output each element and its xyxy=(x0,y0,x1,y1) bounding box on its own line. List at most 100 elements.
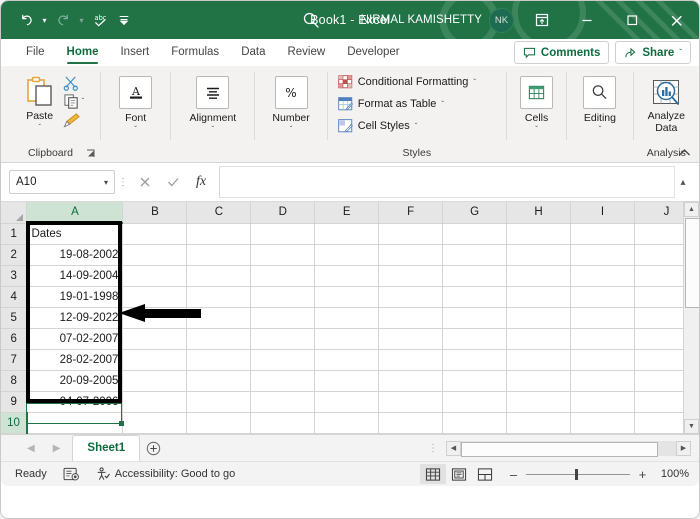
cell-h7[interactable] xyxy=(506,349,572,371)
editing-button[interactable]: Editing ˇ xyxy=(573,72,627,134)
cell-c6[interactable] xyxy=(186,328,252,350)
cell-b8[interactable] xyxy=(122,370,188,392)
cell-h10[interactable] xyxy=(506,412,572,434)
cell-h9[interactable] xyxy=(506,391,572,413)
cell-f3[interactable] xyxy=(378,265,444,287)
insert-function-fx-icon[interactable]: fx xyxy=(187,171,215,193)
cell-c3[interactable] xyxy=(186,265,252,287)
column-header-d[interactable]: D xyxy=(250,202,316,224)
analyze-data-button[interactable]: Analyze Data xyxy=(639,72,693,134)
cell-i6[interactable] xyxy=(570,328,635,350)
cell-e6[interactable] xyxy=(314,328,380,350)
share-button[interactable]: Share ˇ xyxy=(615,41,691,64)
share-caret-icon[interactable]: ˇ xyxy=(679,48,682,57)
zoom-slider-thumb[interactable] xyxy=(575,468,578,480)
formula-bar-grip[interactable]: ⋮ xyxy=(115,177,131,187)
cell-f9[interactable] xyxy=(378,391,444,413)
cell-e8[interactable] xyxy=(314,370,380,392)
minimize-button[interactable] xyxy=(564,1,609,39)
cell-d8[interactable] xyxy=(250,370,316,392)
row-header-3[interactable]: 3 xyxy=(1,265,28,287)
cell-h5[interactable] xyxy=(506,307,572,329)
sheet-bar-grip[interactable]: ⋮ xyxy=(428,443,438,453)
cell-i2[interactable] xyxy=(570,244,635,266)
row-header-7[interactable]: 7 xyxy=(1,349,28,371)
cell-c2[interactable] xyxy=(186,244,252,266)
conditional-formatting-button[interactable]: Conditional Formatting ˇ xyxy=(336,71,478,93)
scroll-left-button[interactable]: ◀ xyxy=(446,440,461,456)
cell-e10[interactable] xyxy=(314,412,380,434)
cell-b2[interactable] xyxy=(122,244,188,266)
cell-d7[interactable] xyxy=(250,349,316,371)
maximize-button[interactable] xyxy=(609,1,654,39)
search-icon[interactable] xyxy=(301,10,321,30)
format-as-table-caret-icon[interactable]: ˇ xyxy=(441,100,444,109)
column-header-c[interactable]: C xyxy=(186,202,252,224)
cell-d3[interactable] xyxy=(250,265,316,287)
row-header-4[interactable]: 4 xyxy=(1,286,28,308)
dialog-launcher-icon[interactable] xyxy=(86,149,96,161)
editing-caret-icon[interactable]: ˇ xyxy=(599,125,602,134)
redo-icon[interactable] xyxy=(52,7,74,33)
cell-g6[interactable] xyxy=(442,328,508,350)
cell-i1[interactable] xyxy=(570,223,635,245)
cell-g5[interactable] xyxy=(442,307,508,329)
tab-formulas[interactable]: Formulas xyxy=(160,39,230,66)
vertical-scrollbar[interactable]: ▲ ▼ xyxy=(683,202,699,434)
font-caret-icon[interactable]: ˇ xyxy=(134,125,137,134)
tab-insert[interactable]: Insert xyxy=(109,39,160,66)
cell-c5[interactable] xyxy=(186,307,252,329)
cell-e7[interactable] xyxy=(314,349,380,371)
cell-g2[interactable] xyxy=(442,244,508,266)
cell-d6[interactable] xyxy=(250,328,316,350)
zoom-out-button[interactable]: – xyxy=(508,467,519,482)
cell-i3[interactable] xyxy=(570,265,635,287)
cell-c7[interactable] xyxy=(186,349,252,371)
enter-check-icon[interactable] xyxy=(159,171,187,193)
cell-f1[interactable] xyxy=(378,223,444,245)
name-box-caret-icon[interactable]: ▾ xyxy=(104,178,108,187)
copy-caret-icon[interactable]: ˇ xyxy=(82,97,85,106)
ribbon-display-options-icon[interactable] xyxy=(519,1,564,39)
undo-dropdown-caret-icon[interactable]: ▾ xyxy=(39,16,50,25)
nav-next-icon[interactable]: ▶ xyxy=(53,443,61,454)
column-header-g[interactable]: G xyxy=(442,202,508,224)
cell-c8[interactable] xyxy=(186,370,252,392)
horizontal-scrollbar-thumb[interactable] xyxy=(461,441,658,457)
cell-a9[interactable]: 04-07-2006 xyxy=(26,391,124,413)
cell-c4[interactable] xyxy=(186,286,252,308)
cell-f8[interactable] xyxy=(378,370,444,392)
paste-button[interactable]: Paste ˇ xyxy=(17,72,63,132)
scroll-up-button[interactable]: ▲ xyxy=(684,202,699,217)
cell-a10[interactable] xyxy=(26,412,124,434)
cell-styles-caret-icon[interactable]: ˇ xyxy=(415,122,418,131)
cell-e2[interactable] xyxy=(314,244,380,266)
cell-a5[interactable]: 12-09-2022 xyxy=(26,307,124,329)
cell-b1[interactable] xyxy=(122,223,188,245)
cell-f7[interactable] xyxy=(378,349,444,371)
scroll-right-button[interactable]: ▶ xyxy=(676,440,691,456)
cells-caret-icon[interactable]: ˇ xyxy=(535,125,538,134)
column-header-b[interactable]: B xyxy=(122,202,188,224)
cell-a6[interactable]: 07-02-2007 xyxy=(26,328,124,350)
cell-a3[interactable]: 14-09-2004 xyxy=(26,265,124,287)
cell-h6[interactable] xyxy=(506,328,572,350)
number-button[interactable]: % Number ˇ xyxy=(261,72,321,134)
format-painter-button[interactable] xyxy=(63,111,85,129)
cell-h4[interactable] xyxy=(506,286,572,308)
tab-home[interactable]: Home xyxy=(56,39,110,66)
expand-formula-bar-icon[interactable]: ▴ xyxy=(675,177,691,188)
cell-d10[interactable] xyxy=(250,412,316,434)
close-button[interactable] xyxy=(654,1,699,39)
row-header-9[interactable]: 9 xyxy=(1,391,28,413)
cells-button[interactable]: Cells ˇ xyxy=(513,72,561,134)
cell-a8[interactable]: 20-09-2005 xyxy=(26,370,124,392)
row-header-10[interactable]: 10 xyxy=(1,412,28,434)
cell-f6[interactable] xyxy=(378,328,444,350)
cell-h3[interactable] xyxy=(506,265,572,287)
cell-c1[interactable] xyxy=(186,223,252,245)
cell-d5[interactable] xyxy=(250,307,316,329)
horizontal-scrollbar[interactable]: ◀ ▶ xyxy=(446,440,691,457)
conditional-formatting-caret-icon[interactable]: ˇ xyxy=(473,78,476,87)
undo-icon[interactable] xyxy=(15,7,37,33)
